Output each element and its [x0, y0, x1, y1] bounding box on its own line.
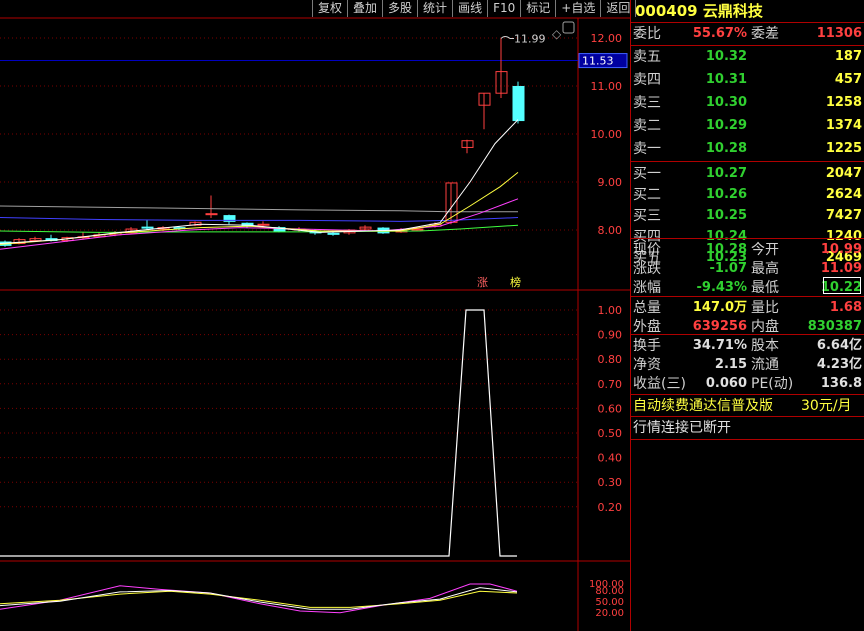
list-tag: 榜: [510, 275, 521, 289]
sell-level-label: 卖三: [633, 95, 661, 111]
high-price-label: 11.99: [514, 32, 546, 45]
indicator-tick: 0.40: [598, 452, 623, 465]
kdj-tick: 20.00: [595, 608, 624, 619]
connection-status: 行情连接已断开: [633, 420, 731, 436]
candle-body: [257, 223, 270, 226]
price-tick: 8.00: [598, 224, 623, 237]
weibi-row-label-1: 委比: [633, 26, 661, 42]
panel-separator: [631, 161, 864, 162]
price-tick: 12.00: [591, 32, 623, 45]
add-watchlist-button[interactable]: +自选: [556, 0, 602, 17]
panel-separator: [631, 439, 864, 440]
indicator-tick: 0.70: [598, 378, 623, 391]
buy-volume: 7427: [825, 208, 862, 223]
indicator-line: [0, 309, 517, 557]
sell-level-label: 卖五: [633, 49, 661, 65]
candle-body: [141, 226, 154, 229]
f10-button[interactable]: F10: [488, 0, 522, 17]
buy-price: 10.25: [705, 208, 747, 223]
weibi-row-label-2: 委差: [751, 26, 779, 42]
finance-stat-label-1: 收益(三): [633, 376, 686, 392]
sell-price: 10.28: [705, 141, 747, 156]
renewal-notice[interactable]: 自动续费通达信普及版: [633, 395, 773, 417]
candle-body: [205, 213, 218, 216]
diamond-icon: ◇: [552, 27, 562, 41]
price-tick: 9.00: [598, 176, 623, 189]
candle-body: [411, 228, 424, 231]
sell-volume: 1225: [825, 141, 862, 156]
indicator-tick: 0.60: [598, 402, 623, 415]
buy-volume: 2624: [825, 187, 862, 202]
buy-volume: 2047: [825, 166, 862, 181]
draw-line-button[interactable]: 画线: [453, 0, 489, 17]
limit-tag: 涨: [477, 276, 488, 289]
overlay-button[interactable]: 叠加: [348, 0, 384, 17]
indicator-tick: 0.50: [598, 427, 623, 440]
sell-price: 10.32: [705, 49, 747, 64]
renewal-price[interactable]: 30元/月: [801, 395, 852, 417]
indicator-tick: 0.90: [598, 329, 623, 342]
weibi-row-value-1: 55.67%: [692, 26, 747, 41]
high-marker: [500, 35, 514, 39]
price-tick: 10.00: [591, 128, 623, 141]
current-price-label: 11.53: [582, 55, 614, 68]
adjust-button[interactable]: 复权: [313, 0, 349, 17]
mark-button[interactable]: 标记: [521, 0, 557, 17]
chart-area[interactable]: 12.00 11.00 10.00 9.00 8.00 11.53 11.99 ◇ 涨 榜 1.00…: [0, 0, 637, 631]
indicator-tick: 0.80: [598, 353, 623, 366]
sell-level-label: 卖四: [633, 72, 661, 88]
sell-volume: 1258: [825, 95, 862, 110]
stats-button[interactable]: 统计: [418, 0, 454, 17]
finance-stat-value-1: 0.060: [705, 376, 747, 391]
ma-long-line: [0, 217, 519, 222]
sell-volume: 187: [834, 49, 862, 64]
chart-toolbar: 复权 叠加 多股 统计 画线 F10 标记 +自选 返回: [312, 0, 637, 17]
stock-name: 云鼎科技: [702, 2, 763, 20]
buy-level-label: 买一: [633, 166, 661, 182]
kdj-k-line: [0, 587, 518, 610]
buy-level-label: 买三: [633, 208, 661, 224]
price-tick: 11.00: [591, 80, 623, 93]
candle-body: [512, 85, 525, 122]
stock-code-name: 000409 云鼎科技: [635, 2, 763, 20]
indicator-tick: 0.20: [598, 501, 623, 514]
weibi-row-value-2: 11306: [816, 26, 862, 41]
kdj-tick: 50.00: [595, 597, 624, 608]
sell-price: 10.30: [705, 95, 747, 110]
buy-level-label: 买二: [633, 187, 661, 203]
indicator-tick: 0.30: [598, 476, 623, 489]
chart-canvas[interactable]: 12.00 11.00 10.00 9.00 8.00 11.53 11.99 ◇ 涨 榜 1.00…: [0, 0, 630, 631]
multi-stock-button[interactable]: 多股: [383, 0, 419, 17]
indicator-tick: 1.00: [598, 304, 623, 317]
sell-price: 10.29: [705, 118, 747, 133]
quote-panel: 000409 云鼎科技 委比 55.67% 委差 11306 卖五 10.32 187 卖四 10…: [630, 0, 864, 631]
buy-price: 10.27: [705, 166, 747, 181]
panel-toggle-icon: [562, 21, 575, 34]
ma10-line: [0, 172, 519, 245]
sell-price: 10.31: [705, 72, 747, 87]
kdj-tick: 80.00: [595, 586, 624, 597]
sell-volume: 457: [834, 72, 862, 87]
ma-gray-line: [0, 205, 518, 213]
sell-volume: 1374: [825, 118, 862, 133]
sell-level-label: 卖二: [633, 118, 661, 134]
finance-stat-label-2: PE(动): [751, 376, 794, 392]
sell-level-label: 卖一: [633, 141, 661, 157]
buy-price: 10.26: [705, 187, 747, 202]
low-value-box: [823, 277, 861, 294]
candle-body: [327, 232, 340, 235]
finance-stat-value-2: 136.8: [820, 376, 862, 391]
